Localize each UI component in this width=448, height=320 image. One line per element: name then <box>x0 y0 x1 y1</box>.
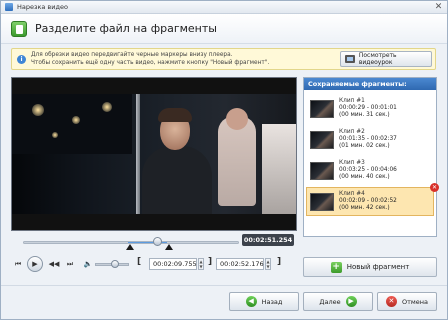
page-title: Разделите файл на фрагменты <box>35 22 217 35</box>
street-light <box>72 116 80 124</box>
clip-duration: (00 мин. 40 сек.) <box>339 174 390 180</box>
clip-duration: (00 мин. 31 сек.) <box>339 112 390 118</box>
end-time-spinner[interactable]: ▲ ▼ <box>265 258 271 270</box>
clip-info: Клип #2 00:01:35 - 00:02:37 (01 мин. 02 се… <box>339 129 397 150</box>
next-label: Далее <box>319 297 341 306</box>
video-frame <box>12 94 296 214</box>
background-passenger <box>262 124 296 214</box>
next-button[interactable]: Далее ▶ <box>303 292 373 311</box>
clip-range: 00:00:29 - 00:01:01 <box>339 105 397 111</box>
start-marker[interactable] <box>126 244 134 250</box>
street-light <box>32 104 44 116</box>
hint-line-2: Чтобы сохранить ещё одну часть видео, на… <box>31 60 270 66</box>
saved-clips-panel: Сохраняемые фрагменты: Клип #1 00:00:29 -… <box>303 77 439 237</box>
watch-tutorial-label: Посмотреть видеоурок <box>358 52 397 66</box>
person-body <box>142 146 212 214</box>
scissors-file-icon <box>11 20 27 37</box>
clip-item[interactable]: Клип #1 00:00:29 - 00:01:01 (00 мин. 31 се… <box>306 94 434 123</box>
play-icon[interactable]: ▶ <box>27 256 43 272</box>
cancel-label: Отмена <box>401 297 429 306</box>
cancel-icon: ✕ <box>385 296 397 307</box>
street-light <box>52 132 58 138</box>
hint-line-1: Для обрезки видео передвигайте черные ма… <box>31 52 233 58</box>
film-icon <box>345 55 355 63</box>
clip-thumbnail <box>310 99 334 118</box>
back-label: Назад <box>261 297 283 306</box>
arrow-right-icon: ▶ <box>345 296 357 307</box>
page-header: Разделите файл на фрагменты <box>1 14 447 44</box>
clip-thumbnail <box>310 130 334 149</box>
volume-knob[interactable] <box>111 260 119 268</box>
skip-start-icon[interactable]: ⏮ <box>11 257 25 271</box>
watch-tutorial-button[interactable]: Посмотреть видеоурок <box>340 51 432 67</box>
background-passenger-head <box>226 108 248 130</box>
title-bar[interactable]: Нарезка видео ✕ <box>1 1 447 14</box>
end-time-field[interactable]: 00:02:52.176 <box>216 258 264 270</box>
video-player[interactable] <box>11 77 297 231</box>
clip-range: 00:03:25 - 00:04:06 <box>339 167 397 173</box>
goto-end-bracket-icon[interactable]: ] <box>277 257 281 267</box>
clip-info: Клип #3 00:03:25 - 00:04:06 (00 мин. 40 се… <box>339 160 397 181</box>
hint-text: Для обрезки видео передвигайте черные ма… <box>31 51 331 67</box>
clip-item[interactable]: Клип #2 00:01:35 - 00:02:37 (01 мин. 02 се… <box>306 125 434 154</box>
back-button[interactable]: ◀ Назад <box>229 292 299 311</box>
person-hair <box>158 108 192 122</box>
volume-icon[interactable]: 🔈 <box>81 257 95 271</box>
start-time-field[interactable]: 00:02:09.755 <box>149 258 197 270</box>
street-light <box>102 102 112 112</box>
plus-icon: + <box>330 261 342 273</box>
clip-name: Клип #2 <box>339 129 365 135</box>
clip-item[interactable]: Клип #3 00:03:25 - 00:04:06 (00 мин. 40 се… <box>306 156 434 185</box>
clip-info: Клип #4 00:02:09 - 00:02:52 (00 мин. 42 се… <box>339 191 397 212</box>
skip-end-icon[interactable]: ⏭ <box>63 257 77 271</box>
footer: ◀ Назад Далее ▶ ✕ Отмена <box>1 285 447 319</box>
cancel-button[interactable]: ✕ Отмена <box>377 292 437 311</box>
clip-thumbnail <box>310 192 334 211</box>
app-icon <box>5 3 13 11</box>
start-time-spinner[interactable]: ▲ ▼ <box>198 258 204 270</box>
new-clip-button[interactable]: + Новый фрагмент <box>303 257 437 277</box>
handrail-pole <box>136 94 140 214</box>
delete-clip-icon[interactable]: ✕ <box>430 183 439 192</box>
step-back-icon[interactable]: ◀◀ <box>47 257 61 271</box>
clip-item[interactable]: Клип #4 00:02:09 - 00:02:52 (00 мин. 42 се… <box>306 183 439 216</box>
playhead-knob[interactable] <box>152 237 162 246</box>
set-start-bracket-icon[interactable]: [ <box>137 257 141 267</box>
clip-name: Клип #1 <box>339 98 365 104</box>
window-title: Нарезка видео <box>17 3 68 11</box>
clip-range: 00:01:35 - 00:02:37 <box>339 136 397 142</box>
close-icon[interactable]: ✕ <box>434 3 443 12</box>
hint-bar: i Для обрезки видео передвигайте черные … <box>11 48 436 70</box>
clip-thumbnail <box>310 161 334 180</box>
new-clip-label: Новый фрагмент <box>346 263 410 271</box>
clip-range: 00:02:09 - 00:02:52 <box>339 198 397 204</box>
clip-name: Клип #3 <box>339 160 365 166</box>
bus-window <box>12 94 132 154</box>
set-end-bracket-icon[interactable]: ] <box>208 257 212 267</box>
player-controls: ⏮ ▶ ◀◀ ⏭ 🔈 [ 00:02:09.755 ▲ ▼ ] 00:02:52.… <box>11 256 301 273</box>
current-time-display: 00:02:51.254 <box>242 234 294 246</box>
arrow-left-icon: ◀ <box>245 296 257 307</box>
info-icon: i <box>17 54 26 64</box>
end-marker[interactable] <box>165 244 173 250</box>
app-window: Нарезка видео ✕ Разделите файл на фрагме… <box>0 0 448 320</box>
clip-duration: (00 мин. 42 сек.) <box>339 205 390 211</box>
clip-info: Клип #1 00:00:29 - 00:01:01 (00 мин. 31 се… <box>339 98 397 119</box>
clip-name: Клип #4 <box>339 191 365 197</box>
clip-duration: (01 мин. 02 сек.) <box>339 143 390 149</box>
saved-clips-header: Сохраняемые фрагменты: <box>304 78 436 90</box>
